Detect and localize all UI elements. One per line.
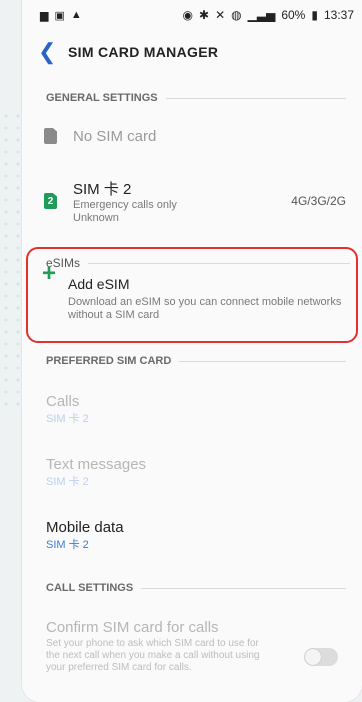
confirm-sim-toggle[interactable]: [304, 648, 338, 666]
sim2-row[interactable]: 2 SIM 卡 2 Emergency calls only Unknown 4…: [22, 166, 362, 236]
text-messages-label: Text messages: [46, 456, 147, 473]
sim-card-2-icon: 2: [44, 193, 57, 209]
location-icon: ◉: [182, 8, 194, 22]
section-preferred-sim: PREFERRED SIM CARD: [22, 355, 362, 367]
section-divider: [141, 587, 346, 589]
sim2-text: SIM 卡 2 Emergency calls only Unknown: [73, 178, 291, 225]
add-esim-description: Download an eSIM so you can connect mobi…: [68, 296, 342, 321]
text-messages-item[interactable]: Text messages SIM 卡 2: [46, 456, 146, 489]
signal-icon: ▁▃▅: [247, 8, 276, 22]
page-title: SIM CARD MANAGER: [68, 44, 219, 60]
mobile-data-label: Mobile data: [46, 519, 124, 536]
alarm-icon: ◍: [231, 8, 242, 22]
sim1-row[interactable]: No SIM card: [22, 106, 362, 166]
section-divider: [165, 97, 346, 99]
image-icon: ▣: [54, 9, 65, 22]
bluetooth-icon: ✱: [199, 8, 210, 22]
clock: 13:37: [323, 8, 354, 22]
plus-icon: +: [42, 260, 57, 287]
sim1-label: No SIM card: [73, 127, 157, 145]
sim2-status: Emergency calls only: [73, 198, 177, 211]
confirm-sim-title: Confirm SIM card for calls: [46, 619, 219, 636]
battery-level: 60%: [281, 8, 306, 22]
mobile-data-value: SIM 卡 2: [46, 539, 89, 551]
message-icon: ▆: [40, 9, 49, 22]
sim2-operator: Unknown: [73, 211, 119, 224]
confirm-sim-item[interactable]: Confirm SIM card for calls Set your phon…: [46, 619, 266, 674]
section-divider: [88, 262, 350, 264]
sim2-label: SIM 卡 2: [73, 180, 132, 198]
calls-label: Calls: [46, 393, 80, 410]
sim2-network: 4G/3G/2G: [291, 193, 346, 208]
phone-screen: ▆ ▣ ▲ ◉ ✱ ✕ ◍ ▁▃▅ 60% ▮ 13:37 ❮ SIM CARD…: [22, 0, 362, 702]
status-bar: ▆ ▣ ▲ ◉ ✱ ✕ ◍ ▁▃▅ 60% ▮ 13:37: [22, 0, 362, 30]
section-general-settings-label: GENERAL SETTINGS: [46, 92, 158, 104]
section-preferred-sim-label: PREFERRED SIM CARD: [46, 355, 172, 367]
battery-icon: ▮: [311, 8, 318, 22]
add-esim-item[interactable]: Add eSIM Download an eSIM so you can con…: [68, 276, 346, 322]
section-esims: eSIMs: [46, 256, 350, 270]
mute-icon: ✕: [215, 8, 226, 22]
add-esim-title: Add eSIM: [68, 276, 130, 292]
mobile-data-item[interactable]: Mobile data SIM 卡 2: [46, 519, 124, 552]
upload-icon: ▲: [70, 9, 82, 21]
section-general-settings: GENERAL SETTINGS: [22, 92, 362, 104]
section-divider: [179, 360, 346, 362]
sim-card-icon: [44, 128, 57, 144]
status-left: ▆ ▣ ▲: [40, 9, 82, 22]
section-call-settings: CALL SETTINGS: [22, 582, 362, 594]
back-arrow-icon[interactable]: ❮: [38, 39, 68, 65]
confirm-sim-description: Set your phone to ask which SIM card to …: [46, 638, 260, 673]
calls-item[interactable]: Calls SIM 卡 2: [46, 393, 89, 426]
calls-value: SIM 卡 2: [46, 413, 89, 425]
status-right: ◉ ✱ ✕ ◍ ▁▃▅ 60% ▮ 13:37: [183, 8, 354, 22]
app-bar: ❮ SIM CARD MANAGER: [22, 30, 362, 74]
section-call-settings-label: CALL SETTINGS: [46, 582, 134, 594]
text-messages-value: SIM 卡 2: [46, 476, 89, 488]
